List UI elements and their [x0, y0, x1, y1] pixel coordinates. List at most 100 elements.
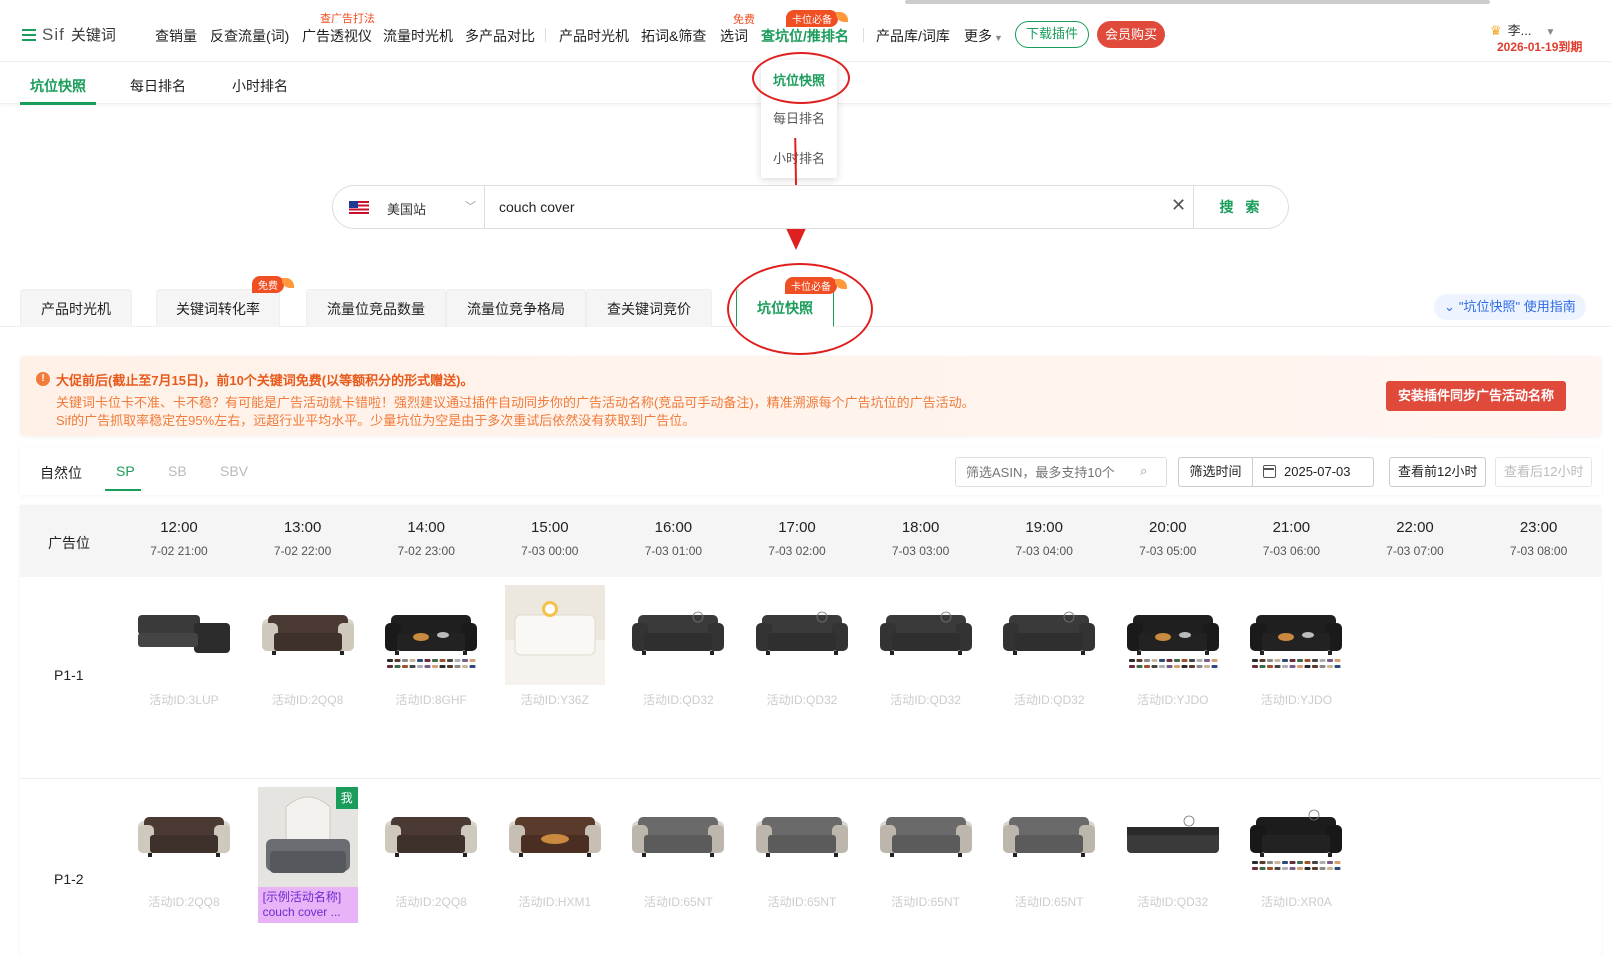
thumbnail-wrapper[interactable]: [134, 585, 234, 685]
thumbnail-wrapper[interactable]: [1123, 787, 1223, 887]
dropdown-item-daily-ranking[interactable]: 每日排名: [761, 108, 837, 127]
menu-icon[interactable]: [22, 28, 36, 41]
nav-item-multi-compare[interactable]: 多产品对比: [465, 26, 535, 46]
nav-item-more[interactable]: 更多 ▼: [964, 26, 1003, 46]
nav-item-ad-insight[interactable]: 广告透视仪: [302, 26, 372, 46]
thumbnail-wrapper[interactable]: [1246, 787, 1346, 887]
thumbnail-wrapper[interactable]: [381, 787, 481, 887]
tab-organic[interactable]: 自然位: [40, 463, 82, 483]
thumbnail-wrapper[interactable]: [1246, 585, 1346, 685]
ad-slot-cell[interactable]: 活动ID:QD32: [876, 585, 976, 708]
campaign-name-label[interactable]: [示例活动名称] couch cover ...: [257, 887, 358, 923]
nav-item-product-library[interactable]: 产品库/词库: [876, 26, 950, 46]
thumbnail-wrapper[interactable]: [999, 787, 1099, 887]
thumbnail-wrapper[interactable]: [505, 787, 605, 887]
thumbnail-wrapper[interactable]: [258, 585, 358, 685]
tab-sb[interactable]: SB: [168, 463, 187, 479]
ad-slot-cell[interactable]: 活动ID:Y36Z: [504, 585, 605, 708]
campaign-id: 活动ID:HXM1: [518, 895, 592, 909]
ad-slot-cell[interactable]: 活动ID:XR0A: [1246, 787, 1346, 910]
member-purchase-button[interactable]: 会员购买: [1097, 21, 1166, 48]
user-menu[interactable]: ♛ 李... ▼: [1490, 20, 1555, 39]
thumbnail-wrapper[interactable]: [134, 787, 234, 887]
ad-slot-cell[interactable]: 活动ID:2QQ8: [381, 787, 481, 910]
prev-12h-button[interactable]: 查看前12小时: [1389, 457, 1487, 487]
column-time: 14:00: [407, 519, 445, 536]
subnav-item-slot-snapshot[interactable]: 坑位快照: [30, 76, 86, 96]
tab-sbv[interactable]: SBV: [220, 463, 248, 479]
subnav-item-daily-ranking[interactable]: 每日排名: [130, 76, 186, 96]
nav-item-product-timemachine[interactable]: 产品时光机: [559, 26, 629, 46]
thumbnail-wrapper[interactable]: 我: [257, 787, 358, 887]
time-column-header: 12:00 7-02 21:00: [124, 519, 234, 558]
nav-item-sales[interactable]: 查销量: [155, 26, 197, 46]
product-thumbnail: [138, 817, 230, 857]
ad-slot-cell[interactable]: 活动ID:2QQ8: [134, 787, 234, 910]
feature-tabs: 产品时光机 关键词转化率 免费 流量位竞品数量 流量位竞争格局 查关键词竞价 坑…: [0, 276, 1611, 327]
ad-slot-cell[interactable]: 活动ID:QD32: [999, 585, 1099, 708]
thumbnail-wrapper[interactable]: [504, 585, 605, 685]
thumbnail-wrapper[interactable]: [752, 787, 852, 887]
ad-slot-cell[interactable]: 活动ID:3LUP: [134, 585, 234, 708]
subnav-item-hourly-ranking[interactable]: 小时排名: [232, 76, 288, 96]
tab-sp[interactable]: SP: [116, 463, 135, 479]
ad-slot-cell[interactable]: 活动ID:65NT: [628, 787, 728, 910]
dropdown-item-hourly-ranking[interactable]: 小时排名: [761, 148, 837, 167]
dropdown-item-slot-snapshot[interactable]: 坑位快照: [761, 70, 837, 89]
keyword-search-box: 美国站 ﹀ ✕ 搜 索: [332, 185, 1289, 229]
logo[interactable]: Sif 关键词: [22, 24, 116, 45]
ad-slot-cell[interactable]: 活动ID:YJDO: [1123, 585, 1223, 708]
tab-traffic-competition-pattern[interactable]: 流量位竞争格局: [446, 289, 586, 327]
ad-slot-cell[interactable]: 活动ID:QD32: [628, 585, 728, 708]
column-date: 7-03 07:00: [1386, 544, 1444, 558]
ad-slot-cell[interactable]: 活动ID:65NT: [999, 787, 1099, 910]
ad-slot-cell[interactable]: 活动ID:65NT: [752, 787, 852, 910]
ad-slot-cell[interactable]: 活动ID:2QQ8: [258, 585, 358, 708]
date-value: 2025-07-03: [1284, 464, 1351, 479]
thumbnail-wrapper[interactable]: [1123, 585, 1223, 685]
download-plugin-button[interactable]: 下载插件: [1015, 21, 1090, 48]
ad-slot-cell[interactable]: 活动ID:QD32: [1123, 787, 1223, 910]
column-time: 12:00: [160, 519, 198, 536]
nav-item-reverse-traffic[interactable]: 反查流量(词): [210, 26, 289, 46]
nav-tag-ad: 查广告打法: [320, 13, 375, 25]
active-tab-indicator: [20, 102, 96, 105]
thumbnail-wrapper[interactable]: [752, 585, 852, 685]
nav-divider: [545, 28, 546, 42]
thumbnail-wrapper[interactable]: [381, 585, 481, 685]
site-select[interactable]: 美国站 ﹀: [333, 186, 485, 228]
ad-slot-cell[interactable]: 活动ID:8GHF: [381, 585, 481, 708]
thumbnail-wrapper[interactable]: [628, 585, 728, 685]
tab-product-timemachine[interactable]: 产品时光机: [20, 289, 132, 327]
nav-item-slot-ranking[interactable]: 查坑位/推排名: [761, 26, 849, 46]
keyword-search-input[interactable]: [499, 192, 1139, 222]
ad-slot-cell[interactable]: 活动ID:YJDO: [1246, 585, 1346, 708]
ad-slot-cell[interactable]: 活动ID:HXM1: [505, 787, 605, 910]
time-column-header: 23:00 7-03 08:00: [1484, 519, 1594, 558]
thumbnail-wrapper[interactable]: [876, 585, 976, 685]
date-filter[interactable]: 筛选时间 2025-07-03: [1178, 457, 1374, 487]
nav-item-select-words[interactable]: 选词: [720, 26, 748, 46]
asin-filter-input[interactable]: [955, 457, 1167, 487]
top-navigation: Sif 关键词 查销量 反查流量(词) 查广告打法 广告透视仪 流量时光机 多产…: [0, 0, 1611, 62]
nav-item-expand-words[interactable]: 拓词&筛查: [641, 26, 706, 46]
thumbnail-wrapper[interactable]: [628, 787, 728, 887]
thumbnail-wrapper[interactable]: [999, 585, 1099, 685]
ad-slot-cell[interactable]: 我 [示例活动名称] couch cover ...: [257, 787, 358, 923]
product-thumbnail: [756, 817, 848, 857]
install-plugin-button[interactable]: 安装插件同步广告活动名称: [1386, 381, 1567, 411]
page-scrollbar[interactable]: [905, 0, 1490, 4]
search-button[interactable]: 搜 索: [1193, 186, 1289, 228]
ad-slot-cell[interactable]: 活动ID:QD32: [752, 585, 852, 708]
next-12h-button[interactable]: 查看后12小时: [1495, 457, 1593, 487]
thumbnail-wrapper[interactable]: [876, 787, 976, 887]
nav-item-traffic-timemachine[interactable]: 流量时光机: [383, 26, 453, 46]
tab-traffic-competitor-count[interactable]: 流量位竞品数量: [306, 289, 446, 327]
column-time: 16:00: [654, 519, 693, 536]
usage-guide-link[interactable]: ⌄ "坑位快照" 使用指南: [1434, 294, 1586, 320]
tab-slot-snapshot[interactable]: 坑位快照: [736, 289, 834, 327]
close-icon[interactable]: ✕: [1171, 195, 1186, 216]
tab-keyword-bid[interactable]: 查关键词竞价: [586, 289, 712, 327]
tab-keyword-conversion[interactable]: 关键词转化率: [156, 289, 280, 327]
ad-slot-cell[interactable]: 活动ID:65NT: [876, 787, 976, 910]
